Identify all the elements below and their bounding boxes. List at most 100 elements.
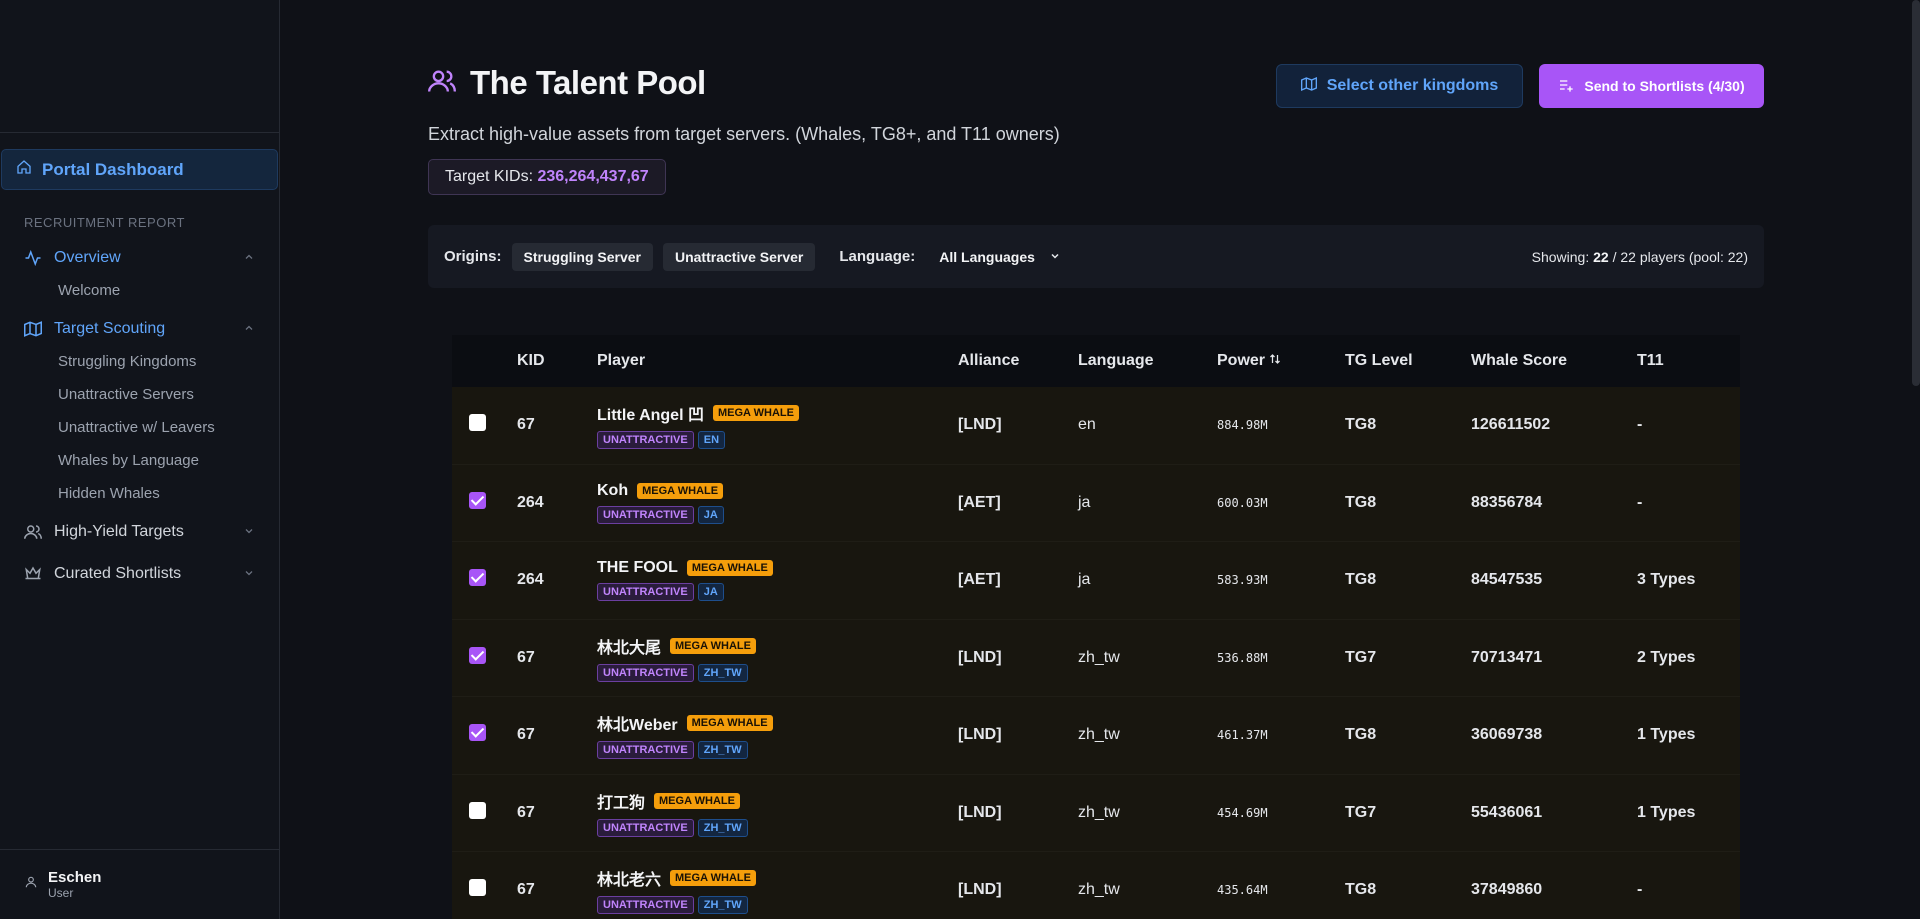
- header-player[interactable]: Player: [597, 352, 958, 370]
- sidebar-subitem-hidden-whales[interactable]: Hidden Whales: [58, 477, 279, 510]
- sidebar: Portal Dashboard RECRUITMENT REPORT Over…: [0, 0, 280, 919]
- player-name[interactable]: THE FOOL: [597, 559, 678, 577]
- cell-alliance: [LND]: [958, 881, 1002, 899]
- sidebar-item-shortlists[interactable]: Curated Shortlists: [0, 562, 279, 586]
- cell-t11: 2 Types: [1637, 648, 1696, 666]
- cell-power: 583.93M: [1217, 573, 1268, 588]
- header-kid[interactable]: KID: [517, 352, 597, 370]
- table-body: 67 Little Angel 凹 MEGA WHALE UNATTRACTIVE EN…: [452, 387, 1740, 919]
- cell-player: 林北老六 MEGA WHALE UNATTRACTIVE ZH_TW: [597, 866, 958, 915]
- cell-tg-level: TG8: [1345, 571, 1377, 589]
- header-language[interactable]: Language: [1078, 352, 1217, 370]
- map-icon: [1300, 76, 1317, 97]
- cell-alliance: [LND]: [958, 803, 1002, 821]
- cell-player: Little Angel 凹 MEGA WHALE UNATTRACTIVE EN: [597, 401, 958, 450]
- header-alliance[interactable]: Alliance: [958, 352, 1078, 370]
- player-name[interactable]: Koh: [597, 482, 628, 500]
- player-name-row: 打工狗 MEGA WHALE: [597, 789, 958, 813]
- chevron-down-icon: [243, 525, 255, 540]
- header-whale-score[interactable]: Whale Score: [1471, 352, 1637, 370]
- header-t11[interactable]: T11: [1637, 352, 1740, 370]
- cell-tg-level: TG8: [1345, 493, 1377, 511]
- table-row[interactable]: 67 打工狗 MEGA WHALE UNATTRACTIVE ZH_TW [LND] zh_…: [452, 774, 1740, 852]
- table-row[interactable]: 67 林北Weber MEGA WHALE UNATTRACTIVE ZH_TW [LND…: [452, 697, 1740, 775]
- sidebar-item-high-yield[interactable]: High-Yield Targets: [0, 520, 279, 544]
- select-kingdoms-button[interactable]: Select other kingdoms: [1276, 64, 1523, 108]
- mega-whale-badge: MEGA WHALE: [712, 405, 799, 422]
- sidebar-subitem-welcome[interactable]: Welcome: [58, 274, 279, 307]
- cell-whale-score: 126611502: [1471, 416, 1551, 434]
- header-power[interactable]: Power: [1217, 352, 1345, 370]
- player-tags-row: UNATTRACTIVE ZH_TW: [597, 896, 958, 915]
- table-row[interactable]: 67 Little Angel 凹 MEGA WHALE UNATTRACTIVE EN…: [452, 387, 1740, 465]
- portal-dashboard-button[interactable]: Portal Dashboard: [1, 149, 278, 190]
- list-plus-icon: [1558, 77, 1574, 96]
- language-tag: ZH_TW: [697, 818, 748, 837]
- row-checkbox[interactable]: [469, 724, 486, 742]
- cell-whale-score: 36069738: [1471, 726, 1543, 744]
- origin-pill-struggling[interactable]: Struggling Server: [511, 242, 653, 271]
- row-checkbox[interactable]: [469, 569, 486, 587]
- sidebar-subitem-whales-by-language[interactable]: Whales by Language: [58, 444, 279, 477]
- table-header: KID Player Alliance Language Power TG Le…: [452, 335, 1740, 387]
- cell-player: Koh MEGA WHALE UNATTRACTIVE JA: [597, 482, 958, 524]
- player-name[interactable]: Little Angel 凹: [597, 401, 704, 425]
- player-name-row: Little Angel 凹 MEGA WHALE: [597, 401, 958, 425]
- cell-player: 打工狗 MEGA WHALE UNATTRACTIVE ZH_TW: [597, 789, 958, 837]
- player-name[interactable]: 林北Weber: [597, 711, 678, 735]
- row-select-cell: [452, 491, 517, 514]
- sidebar-subitem-unattractive-leavers[interactable]: Unattractive w/ Leavers: [58, 411, 279, 444]
- player-name[interactable]: 林北老六: [597, 866, 661, 890]
- language-tag: JA: [697, 583, 724, 602]
- sidebar-subitem-struggling-kingdoms[interactable]: Struggling Kingdoms: [58, 345, 279, 378]
- player-tags-row: UNATTRACTIVE EN: [597, 431, 958, 450]
- cell-kid: 67: [517, 803, 535, 821]
- origin-pill-unattractive[interactable]: Unattractive Server: [662, 242, 816, 271]
- player-name-row: 林北大尾 MEGA WHALE: [597, 634, 958, 658]
- player-tags-row: UNATTRACTIVE ZH_TW: [597, 818, 958, 837]
- showing-suffix: / 22 players (pool: 22): [1612, 248, 1748, 265]
- row-checkbox[interactable]: [469, 491, 486, 509]
- cell-t11: -: [1637, 416, 1643, 434]
- players-table: KID Player Alliance Language Power TG Le…: [452, 335, 1740, 919]
- scrollbar[interactable]: [1912, 0, 1920, 386]
- origins-label: Origins:: [444, 248, 502, 265]
- user-profile[interactable]: Eschen User: [0, 849, 279, 919]
- cell-tg-level: TG8: [1345, 416, 1377, 434]
- sidebar-item-target-scouting[interactable]: Target Scouting: [0, 317, 279, 341]
- row-checkbox[interactable]: [469, 801, 486, 819]
- language-select[interactable]: All Languages: [927, 243, 1073, 271]
- row-select-cell: [452, 724, 517, 746]
- cell-t11: 1 Types: [1637, 726, 1696, 744]
- language-tag: ZH_TW: [697, 741, 748, 760]
- row-checkbox[interactable]: [469, 646, 486, 664]
- row-checkbox[interactable]: [469, 879, 486, 897]
- table-row[interactable]: 67 林北老六 MEGA WHALE UNATTRACTIVE ZH_TW [LND] zh…: [452, 852, 1740, 919]
- sidebar-item-label: Target Scouting: [54, 320, 166, 337]
- table-row[interactable]: 67 林北大尾 MEGA WHALE UNATTRACTIVE ZH_TW [LND] zh…: [452, 619, 1740, 697]
- cell-alliance: [LND]: [958, 648, 1002, 666]
- header-tg-level[interactable]: TG Level: [1345, 352, 1471, 370]
- activity-icon: [24, 249, 42, 267]
- send-shortlists-button[interactable]: Send to Shortlists (4/30): [1539, 64, 1764, 108]
- mega-whale-badge: MEGA WHALE: [637, 482, 724, 499]
- chevron-down-icon: [243, 567, 255, 582]
- row-checkbox[interactable]: [469, 414, 486, 432]
- unattractive-tag: UNATTRACTIVE: [597, 663, 694, 682]
- sidebar-subitem-unattractive-servers[interactable]: Unattractive Servers: [58, 378, 279, 411]
- cell-player: THE FOOL MEGA WHALE UNATTRACTIVE JA: [597, 559, 958, 602]
- player-name[interactable]: 林北大尾: [597, 634, 661, 658]
- chevron-up-icon: [243, 251, 255, 266]
- player-name-row: Koh MEGA WHALE: [597, 482, 958, 500]
- app-root: Portal Dashboard RECRUITMENT REPORT Over…: [0, 0, 1920, 919]
- unattractive-tag: UNATTRACTIVE: [597, 431, 694, 450]
- showing-prefix: Showing:: [1531, 248, 1590, 265]
- sidebar-item-overview[interactable]: Overview: [0, 246, 279, 270]
- table-row[interactable]: 264 Koh MEGA WHALE UNATTRACTIVE JA [AET] ja 600…: [452, 464, 1740, 542]
- player-name[interactable]: 打工狗: [597, 789, 645, 813]
- cell-language: zh_tw: [1078, 803, 1120, 821]
- cell-whale-score: 88356784: [1471, 493, 1543, 511]
- cell-language: zh_tw: [1078, 648, 1120, 666]
- table-row[interactable]: 264 THE FOOL MEGA WHALE UNATTRACTIVE JA [AET]…: [452, 542, 1740, 620]
- mega-whale-badge: MEGA WHALE: [686, 560, 773, 577]
